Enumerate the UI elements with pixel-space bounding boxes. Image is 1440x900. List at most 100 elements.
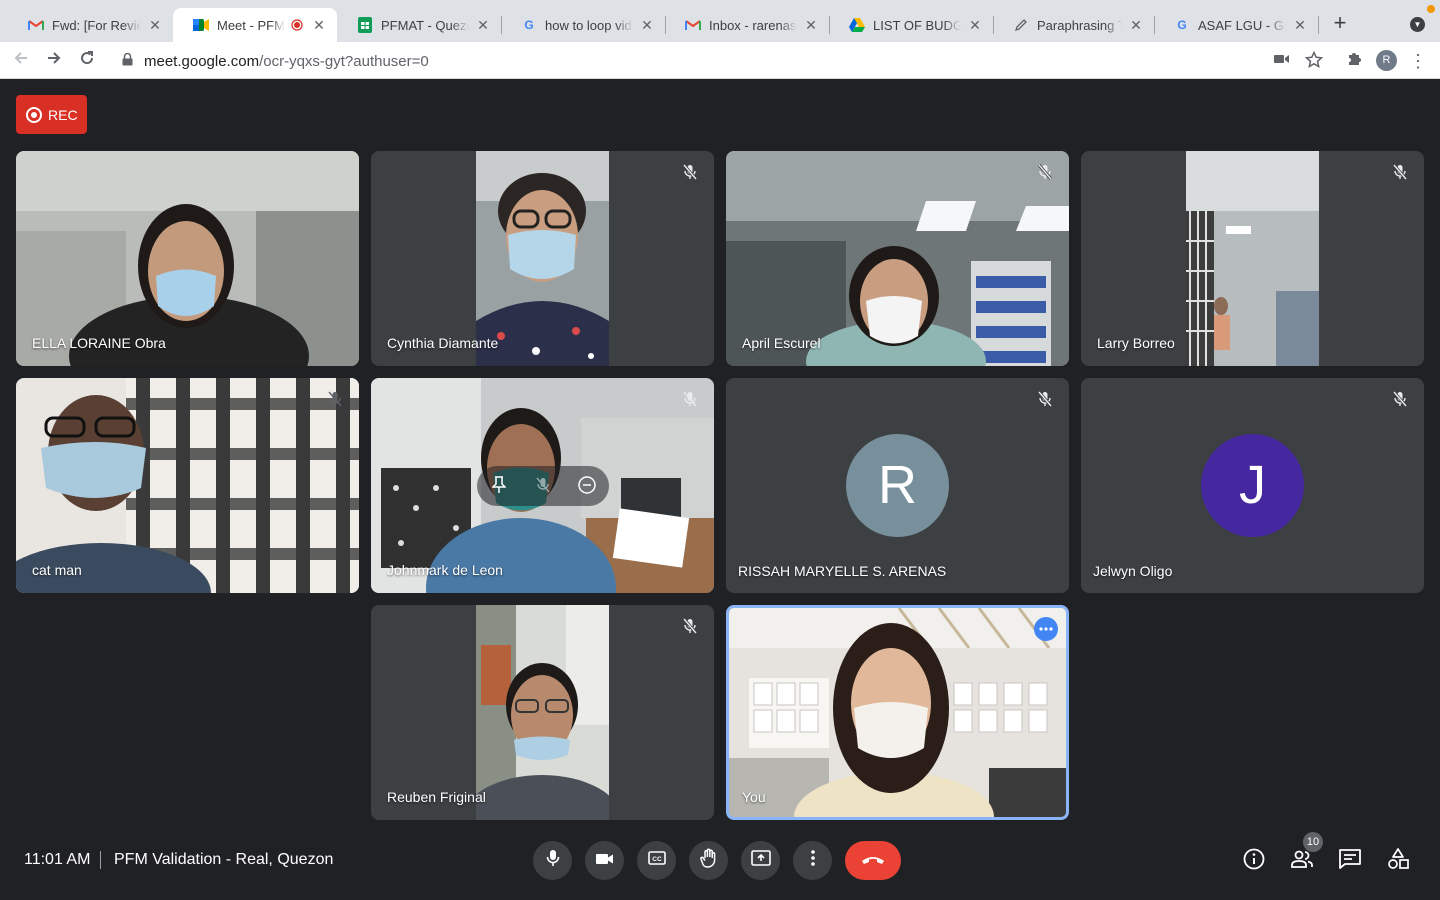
mic-off-icon xyxy=(680,389,700,409)
reload-button[interactable] xyxy=(76,50,98,72)
microphone-icon xyxy=(546,849,560,872)
browser-tab[interactable]: Paraphrasing Too ✕ xyxy=(993,8,1154,42)
tab-title: Paraphrasing Too xyxy=(1037,17,1122,33)
mic-off-icon xyxy=(680,162,700,182)
browser-menu-icon[interactable]: ⋮ xyxy=(1408,51,1428,71)
extensions-icon[interactable] xyxy=(1344,51,1364,71)
microphone-button[interactable] xyxy=(533,841,572,880)
browser-tab[interactable]: Fwd: [For Review] ✕ xyxy=(8,8,173,42)
activities-icon xyxy=(1387,847,1409,875)
participant-tile[interactable]: ELLA LORAINE Obra xyxy=(16,151,359,366)
activities-button[interactable] xyxy=(1386,847,1410,875)
participant-tile[interactable]: April Escurel xyxy=(726,151,1069,366)
raise-hand-button[interactable] xyxy=(689,841,728,880)
recording-indicator-icon xyxy=(289,17,305,33)
tab-title: Inbox - rarenas@ xyxy=(709,17,797,33)
url-host: meet.google.com xyxy=(144,52,260,70)
drive-icon xyxy=(849,17,865,33)
remove-from-call-icon[interactable] xyxy=(577,475,597,495)
mute-participant-icon[interactable] xyxy=(533,475,553,495)
participant-video xyxy=(726,151,1069,366)
lock-icon[interactable] xyxy=(122,52,136,69)
hang-up-icon xyxy=(861,852,885,870)
participant-name: ELLA LORAINE Obra xyxy=(32,335,166,351)
participant-tile[interactable]: Larry Borreo xyxy=(1081,151,1424,366)
bookmark-star-icon[interactable] xyxy=(1304,50,1324,71)
participant-name: Jelwyn Oligo xyxy=(1093,563,1173,579)
more-options-button[interactable] xyxy=(793,841,832,880)
browser-tab[interactable]: Inbox - rarenas@ ✕ xyxy=(665,8,829,42)
meet-stage: REC ELLA LORAINE Obra Cynthia Diamante A… xyxy=(0,79,1440,900)
present-screen-button[interactable] xyxy=(741,841,780,880)
participant-name: cat man xyxy=(32,562,82,578)
participant-tile[interactable]: Reuben Friginal xyxy=(371,605,714,820)
tab-search-button[interactable]: ▼ xyxy=(1410,17,1425,32)
participant-video xyxy=(16,378,359,593)
camera-permission-icon[interactable] xyxy=(1272,51,1292,71)
meeting-title: PFM Validation - Real, Quezon xyxy=(114,851,334,868)
browser-tab[interactable]: PFMAT - Quezon ✕ xyxy=(337,8,501,42)
new-tab-button[interactable]: + xyxy=(1330,12,1350,34)
record-icon xyxy=(26,106,42,123)
participant-count-badge: 10 xyxy=(1303,832,1323,852)
pen-icon xyxy=(1013,17,1029,33)
close-icon[interactable]: ✕ xyxy=(147,17,163,33)
more-options-icon[interactable] xyxy=(1034,617,1058,641)
mic-off-icon xyxy=(680,616,700,636)
tab-title: Meet - PFM V xyxy=(217,17,285,33)
meet-icon xyxy=(193,17,209,33)
participant-name: Cynthia Diamante xyxy=(387,335,499,351)
participant-name: RISSAH MARYELLE S. ARENAS xyxy=(738,563,947,579)
close-icon[interactable]: ✕ xyxy=(475,17,491,33)
mic-off-icon xyxy=(1390,389,1410,409)
chat-button[interactable] xyxy=(1338,848,1362,874)
participant-name: Larry Borreo xyxy=(1097,335,1175,351)
browser-tab[interactable]: G ASAF LGU - Goog ✕ xyxy=(1154,8,1318,42)
camera-button[interactable] xyxy=(585,841,624,880)
captions-button[interactable]: CC xyxy=(637,841,676,880)
participant-avatar: J xyxy=(1201,434,1304,537)
tab-title: ASAF LGU - Goog xyxy=(1198,17,1286,33)
self-view-tile[interactable]: You xyxy=(726,605,1069,820)
participant-name: Johnmark de Leon xyxy=(387,562,503,578)
url-path: /ocr-yqxs-gyt?authuser=0 xyxy=(259,52,429,70)
chat-icon xyxy=(1339,848,1361,874)
google-icon: G xyxy=(1177,18,1187,32)
update-indicator xyxy=(1427,5,1435,13)
browser-tab[interactable]: G how to loop video ✕ xyxy=(501,8,665,42)
participant-tile[interactable]: cat man xyxy=(16,378,359,593)
recording-badge[interactable]: REC xyxy=(16,95,87,134)
participant-tile[interactable]: J Jelwyn Oligo xyxy=(1081,378,1424,593)
participant-name: Reuben Friginal xyxy=(387,789,486,805)
people-button[interactable] xyxy=(1290,849,1314,873)
participant-tile[interactable]: R RISSAH MARYELLE S. ARENAS xyxy=(726,378,1069,593)
close-icon[interactable]: ✕ xyxy=(803,17,819,33)
back-button[interactable] xyxy=(10,50,32,72)
mic-off-icon xyxy=(1390,162,1410,182)
pin-icon[interactable] xyxy=(489,475,509,495)
browser-tab-active[interactable]: Meet - PFM V ✕ xyxy=(173,8,337,42)
close-icon[interactable]: ✕ xyxy=(1292,17,1308,33)
close-icon[interactable]: ✕ xyxy=(311,17,327,33)
address-bar[interactable]: meet.google.com/ocr-yqxs-gyt?authuser=0 xyxy=(110,46,1340,76)
more-vert-icon xyxy=(810,850,815,871)
self-video xyxy=(729,608,1066,817)
leave-call-button[interactable] xyxy=(845,841,901,880)
browser-tab[interactable]: LIST OF BUDGET ✕ xyxy=(829,8,993,42)
participant-tile[interactable]: Johnmark de Leon xyxy=(371,378,714,593)
google-icon: G xyxy=(524,18,534,32)
meeting-details-button[interactable] xyxy=(1242,848,1266,873)
close-icon[interactable]: ✕ xyxy=(639,17,655,33)
forward-button[interactable] xyxy=(43,50,65,72)
video-camera-icon xyxy=(595,852,614,870)
gmail-icon xyxy=(685,17,701,33)
hand-icon xyxy=(699,848,718,873)
participant-tile[interactable]: Cynthia Diamante xyxy=(371,151,714,366)
browser-toolbar: meet.google.com/ocr-yqxs-gyt?authuser=0 … xyxy=(0,42,1440,79)
tab-title: Fwd: [For Review] xyxy=(52,17,141,33)
profile-avatar[interactable]: R xyxy=(1376,50,1397,71)
participant-avatar: R xyxy=(846,434,949,537)
close-icon[interactable]: ✕ xyxy=(967,17,983,33)
tab-title: LIST OF BUDGET xyxy=(873,17,961,33)
close-icon[interactable]: ✕ xyxy=(1128,17,1144,33)
